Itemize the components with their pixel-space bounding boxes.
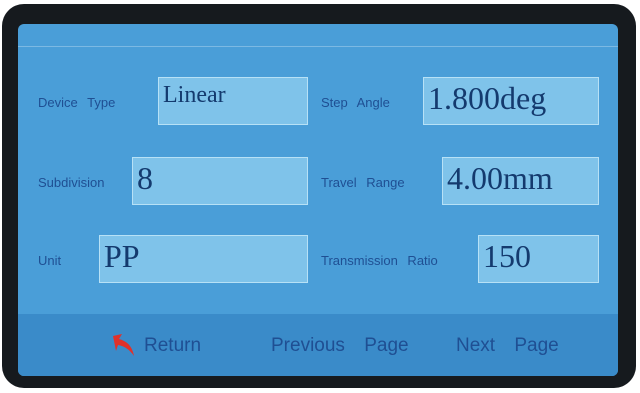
previous-page-button[interactable]: Previous Page xyxy=(271,334,409,358)
transmission-ratio-field[interactable]: 150 xyxy=(478,235,599,283)
subdivision-field[interactable]: 8 xyxy=(132,157,308,205)
step-angle-label: Step Angle xyxy=(321,95,390,110)
travel-range-field[interactable]: 4.00mm xyxy=(442,157,599,205)
hmi-screen: Device Type Linear Step Angle 1.800deg S… xyxy=(18,24,618,376)
return-button[interactable]: Return xyxy=(144,334,201,358)
device-type-label: Device Type xyxy=(38,95,116,110)
return-arrow-icon[interactable] xyxy=(108,330,138,360)
transmission-ratio-label: Transmission Ratio xyxy=(321,253,438,268)
travel-range-label: Travel Range xyxy=(321,175,405,190)
step-angle-field[interactable]: 1.800deg xyxy=(423,77,599,125)
unit-label: Unit xyxy=(38,253,62,268)
unit-field[interactable]: PP xyxy=(99,235,308,283)
header-divider xyxy=(18,46,618,47)
subdivision-label: Subdivision xyxy=(38,175,105,190)
device-type-field[interactable]: Linear xyxy=(158,77,308,125)
next-page-button[interactable]: Next Page xyxy=(456,334,559,358)
